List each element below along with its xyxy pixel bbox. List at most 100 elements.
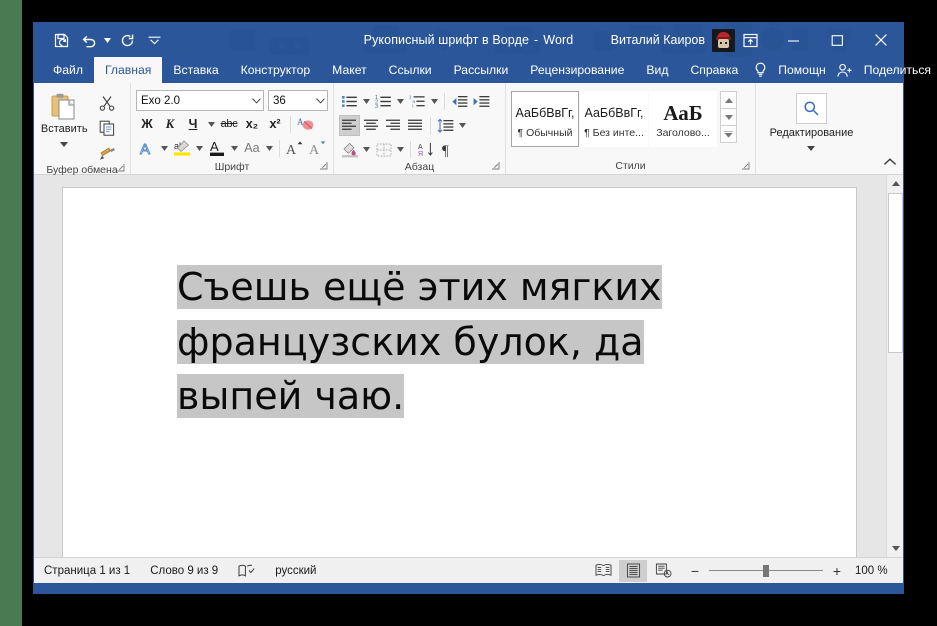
line-spacing-icon[interactable] [435,115,456,136]
web-layout-icon[interactable] [649,560,677,582]
font-name-combo[interactable]: Exo 2.0 [136,90,264,111]
save-icon[interactable] [49,28,73,52]
underline-button[interactable]: Ч [182,113,204,135]
clipboard-dialog-launcher-icon[interactable] [116,163,125,175]
tab-review[interactable]: Рецензирование [519,57,635,83]
tab-view[interactable]: Вид [635,57,679,83]
collapse-ribbon-icon[interactable] [883,154,897,172]
styles-scroll-down-icon[interactable] [720,108,737,126]
align-right-button[interactable] [383,115,404,136]
tab-help[interactable]: Справка [679,57,749,83]
styles-scroll-up-icon[interactable] [720,91,737,109]
increase-indent-icon[interactable] [471,91,492,112]
bullets-dropdown-icon[interactable] [361,91,372,112]
change-case-dropdown-icon[interactable] [264,137,276,159]
tab-layout[interactable]: Макет [321,57,378,83]
copy-icon[interactable] [94,117,120,139]
ribbon-display-options-icon[interactable] [729,23,771,57]
svg-text:A: A [286,143,297,157]
superscript-button[interactable]: x² [264,113,286,135]
redo-icon[interactable] [115,28,139,52]
change-case-button[interactable]: Aa [241,137,262,159]
tell-me-label[interactable]: Помощн [772,57,831,83]
styles-dialog-launcher-icon[interactable] [741,161,750,173]
shrink-font-icon[interactable]: A [307,137,328,159]
close-icon[interactable] [859,23,903,57]
font-dialog-launcher-icon[interactable] [319,161,328,173]
underline-dropdown-icon[interactable] [205,113,217,135]
tab-file[interactable]: Файл [42,57,94,83]
paste-button[interactable]: Вставить [39,88,89,152]
editing-button[interactable]: Редактирование [770,86,854,174]
borders-dropdown-icon[interactable] [395,139,406,160]
paragraph-dialog-launcher-icon[interactable] [491,161,500,173]
vertical-scrollbar[interactable] [886,175,903,557]
tab-insert[interactable]: Вставка [162,57,229,83]
font-color-icon[interactable]: A [206,137,227,159]
undo-dropdown-icon[interactable] [103,29,112,51]
share-area[interactable]: Поделиться [832,57,937,83]
shading-icon[interactable] [339,139,360,160]
zoom-value[interactable]: 100 % [855,565,895,577]
borders-icon[interactable] [373,139,394,160]
bullets-icon[interactable] [339,91,360,112]
style-normal[interactable]: АаБбВвГг, ¶ Обычный [511,91,579,147]
tab-home[interactable]: Главная [94,57,162,83]
word-count[interactable]: Слово 9 из 9 [140,565,228,577]
zoom-in-button[interactable]: + [829,563,845,579]
multilevel-list-icon[interactable]: 1ai [407,91,428,112]
zoom-slider-thumb[interactable] [763,565,769,577]
account-area[interactable]: Виталий Каиров [611,23,735,57]
align-left-button[interactable] [339,115,360,136]
paste-dropdown-icon[interactable] [60,134,68,152]
subscript-button[interactable]: x₂ [241,113,263,135]
lightbulb-icon[interactable] [749,57,772,83]
tab-design[interactable]: Конструктор [230,57,322,83]
undo-icon[interactable] [76,28,100,52]
numbering-icon[interactable]: 123 [373,91,394,112]
strikethrough-button[interactable]: abc [218,113,240,135]
document-page[interactable]: Съешь ещё этих мягких французских булок,… [62,187,857,557]
format-painter-icon[interactable] [94,142,120,164]
cut-icon[interactable] [94,92,120,114]
minimize-icon[interactable] [771,23,815,57]
proofing-icon[interactable] [228,564,265,578]
font-size-combo[interactable]: 36 [268,90,328,111]
grow-font-icon[interactable]: A [284,137,305,159]
decrease-indent-icon[interactable] [449,91,470,112]
align-center-button[interactable] [361,115,382,136]
text-effects-icon[interactable]: A [136,137,157,159]
language[interactable]: русский [265,565,326,577]
shading-dropdown-icon[interactable] [361,139,372,160]
styles-more-icon[interactable] [720,125,737,143]
read-mode-icon[interactable] [589,560,617,582]
scrollbar-thumb[interactable] [888,193,903,353]
editing-dropdown-icon[interactable] [807,138,815,156]
style-heading[interactable]: АаБ Заголово... [649,91,717,147]
show-formatting-marks-icon[interactable]: ¶ [437,139,458,160]
justify-button[interactable] [405,115,426,136]
print-layout-icon[interactable] [619,560,647,582]
page-count[interactable]: Страница 1 из 1 [34,565,140,577]
customize-qat-icon[interactable] [142,28,166,52]
clear-formatting-icon[interactable]: A [295,113,317,135]
highlight-color-icon[interactable]: ab [171,137,192,159]
scroll-up-icon[interactable] [887,175,903,192]
sort-icon[interactable]: А Я [415,139,436,160]
zoom-slider[interactable] [709,564,823,578]
font-color-dropdown-icon[interactable] [229,137,241,159]
scroll-down-icon[interactable] [887,540,903,557]
text-effects-dropdown-icon[interactable] [158,137,170,159]
tab-mailings[interactable]: Рассылки [443,57,520,83]
tab-references[interactable]: Ссылки [378,57,443,83]
document-text[interactable]: Съешь ещё этих мягких французских булок,… [177,260,737,424]
maximize-icon[interactable] [815,23,859,57]
style-no-spacing[interactable]: АаБбВвГг, ¶ Без инте... [580,91,648,147]
italic-button[interactable]: К [159,113,181,135]
bold-button[interactable]: Ж [136,113,158,135]
numbering-dropdown-icon[interactable] [395,91,406,112]
line-spacing-dropdown-icon[interactable] [457,115,468,136]
highlight-dropdown-icon[interactable] [193,137,205,159]
zoom-out-button[interactable]: − [687,563,703,579]
multilevel-dropdown-icon[interactable] [429,91,440,112]
